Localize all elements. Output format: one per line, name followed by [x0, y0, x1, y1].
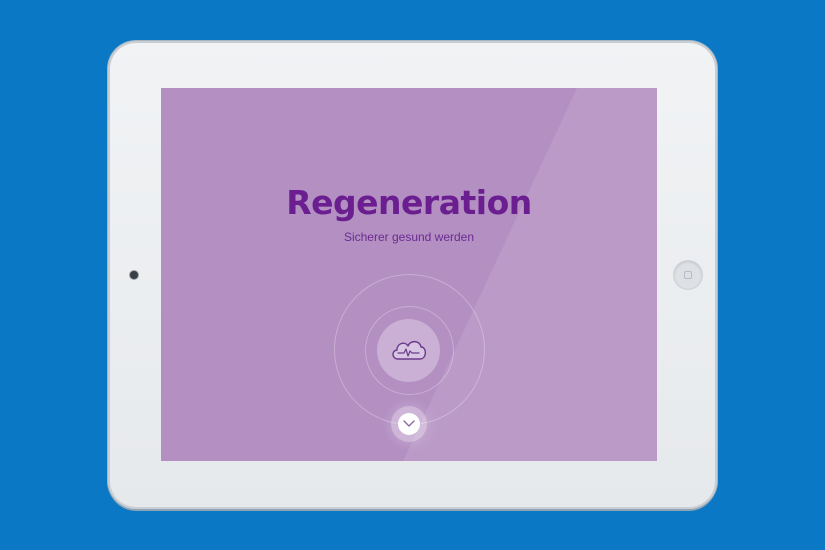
camera-icon	[130, 271, 138, 279]
stage: Regeneration Sicherer gesund werden	[0, 0, 825, 550]
app-screen: Regeneration Sicherer gesund werden	[161, 88, 657, 461]
scroll-down-inner	[398, 413, 420, 435]
cloud-heartbeat-icon	[392, 340, 427, 360]
page-title: Regeneration	[286, 183, 532, 222]
feature-icon-disc	[377, 319, 440, 382]
page-subtitle: Sicherer gesund werden	[343, 230, 475, 244]
home-button[interactable]	[674, 261, 702, 289]
scroll-down-button[interactable]	[391, 406, 427, 442]
chevron-down-icon	[403, 420, 415, 427]
home-square-icon	[684, 271, 692, 279]
